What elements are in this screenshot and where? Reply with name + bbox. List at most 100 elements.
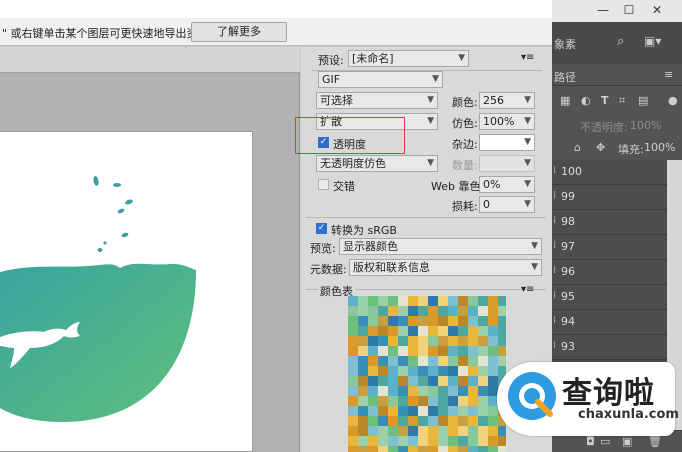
type-filter-icon[interactable]: T — [601, 94, 609, 107]
color-swatch[interactable] — [448, 346, 458, 356]
color-swatch[interactable] — [408, 416, 418, 426]
filter-toggle-icon[interactable]: ● — [668, 94, 678, 107]
color-swatch[interactable] — [458, 316, 468, 326]
color-swatch[interactable] — [428, 336, 438, 346]
color-swatch[interactable] — [358, 386, 368, 396]
color-swatch[interactable] — [448, 406, 458, 416]
color-swatch[interactable] — [448, 306, 458, 316]
color-swatch[interactable] — [468, 346, 478, 356]
color-swatch[interactable] — [388, 396, 398, 406]
color-swatch[interactable] — [368, 366, 378, 376]
color-swatch[interactable] — [428, 306, 438, 316]
color-swatch[interactable] — [388, 446, 398, 452]
color-swatch[interactable] — [428, 426, 438, 436]
color-swatch[interactable] — [388, 376, 398, 386]
color-swatch[interactable] — [358, 366, 368, 376]
fill-value[interactable]: 100% — [644, 141, 675, 154]
color-swatch[interactable] — [388, 426, 398, 436]
color-swatch[interactable] — [398, 346, 408, 356]
color-swatch[interactable] — [378, 436, 388, 446]
color-swatch[interactable] — [358, 406, 368, 416]
color-swatch[interactable] — [398, 316, 408, 326]
color-swatch[interactable] — [468, 326, 478, 336]
color-swatch[interactable] — [498, 316, 506, 326]
color-swatch[interactable] — [478, 366, 488, 376]
color-swatch[interactable] — [458, 306, 468, 316]
color-swatch[interactable] — [378, 316, 388, 326]
color-swatch[interactable] — [348, 336, 358, 346]
color-swatch[interactable] — [388, 386, 398, 396]
color-swatch[interactable] — [368, 396, 378, 406]
color-swatch[interactable] — [488, 406, 498, 416]
color-swatch[interactable] — [428, 376, 438, 386]
color-swatch[interactable] — [418, 436, 428, 446]
color-swatch[interactable] — [368, 376, 378, 386]
color-swatch[interactable] — [348, 356, 358, 366]
color-swatch[interactable] — [408, 326, 418, 336]
color-swatch[interactable] — [498, 336, 506, 346]
color-swatch[interactable] — [418, 326, 428, 336]
preset-select[interactable]: [未命名] ▼ — [348, 50, 469, 67]
color-swatch[interactable] — [398, 436, 408, 446]
color-swatch[interactable] — [378, 306, 388, 316]
convert-srgb-checkbox[interactable]: ✓ — [316, 223, 327, 234]
color-swatch[interactable] — [488, 446, 498, 452]
color-swatch[interactable] — [488, 306, 498, 316]
color-swatch[interactable] — [398, 446, 408, 452]
color-swatch[interactable] — [378, 356, 388, 366]
color-table[interactable] — [348, 296, 506, 452]
color-swatch[interactable] — [448, 376, 458, 386]
color-swatch[interactable] — [408, 446, 418, 452]
color-swatch[interactable] — [408, 316, 418, 326]
color-swatch[interactable] — [358, 416, 368, 426]
color-swatch[interactable] — [348, 426, 358, 436]
color-swatch[interactable] — [418, 316, 428, 326]
color-swatch[interactable] — [478, 356, 488, 366]
color-swatch[interactable] — [448, 296, 458, 306]
color-swatch[interactable] — [428, 356, 438, 366]
color-swatch[interactable] — [428, 296, 438, 306]
color-swatch[interactable] — [458, 396, 468, 406]
color-swatch[interactable] — [468, 296, 478, 306]
color-swatch[interactable] — [438, 356, 448, 366]
color-swatch[interactable] — [448, 326, 458, 336]
workspace-icon[interactable]: ▣▾ — [644, 34, 661, 48]
color-swatch[interactable] — [358, 446, 368, 452]
color-swatch[interactable] — [388, 356, 398, 366]
color-swatch[interactable] — [368, 436, 378, 446]
color-swatch[interactable] — [418, 446, 428, 452]
color-swatch[interactable] — [468, 376, 478, 386]
interlaced-checkbox[interactable] — [318, 179, 329, 190]
color-swatch[interactable] — [448, 336, 458, 346]
dither-amount-select[interactable]: 100% ▼ — [479, 113, 535, 130]
color-swatch[interactable] — [348, 316, 358, 326]
color-swatch[interactable] — [478, 306, 488, 316]
color-swatch[interactable] — [498, 346, 506, 356]
color-swatch[interactable] — [458, 416, 468, 426]
color-swatch[interactable] — [408, 366, 418, 376]
amount-select[interactable]: ▼ — [479, 155, 535, 172]
color-swatch[interactable] — [418, 366, 428, 376]
color-swatch[interactable] — [438, 406, 448, 416]
color-swatch[interactable] — [498, 296, 506, 306]
color-swatch[interactable] — [348, 446, 358, 452]
color-swatch[interactable] — [478, 376, 488, 386]
color-swatch[interactable] — [368, 316, 378, 326]
preview-select[interactable]: 显示器颜色 ▼ — [339, 238, 542, 255]
color-swatch[interactable] — [458, 446, 468, 452]
color-swatch[interactable] — [418, 356, 428, 366]
color-swatch[interactable] — [448, 396, 458, 406]
color-swatch[interactable] — [388, 366, 398, 376]
color-swatch[interactable] — [428, 396, 438, 406]
color-swatch[interactable] — [358, 436, 368, 446]
color-swatch[interactable] — [458, 346, 468, 356]
opacity-value[interactable]: 100% — [630, 119, 661, 132]
color-swatch[interactable] — [438, 296, 448, 306]
color-swatch[interactable] — [468, 406, 478, 416]
color-swatch[interactable] — [458, 296, 468, 306]
color-swatch[interactable] — [368, 426, 378, 436]
color-swatch[interactable] — [428, 436, 438, 446]
color-swatch[interactable] — [498, 436, 506, 446]
color-swatch[interactable] — [468, 426, 478, 436]
layer-row[interactable]: ⁞ 94 — [552, 310, 667, 335]
